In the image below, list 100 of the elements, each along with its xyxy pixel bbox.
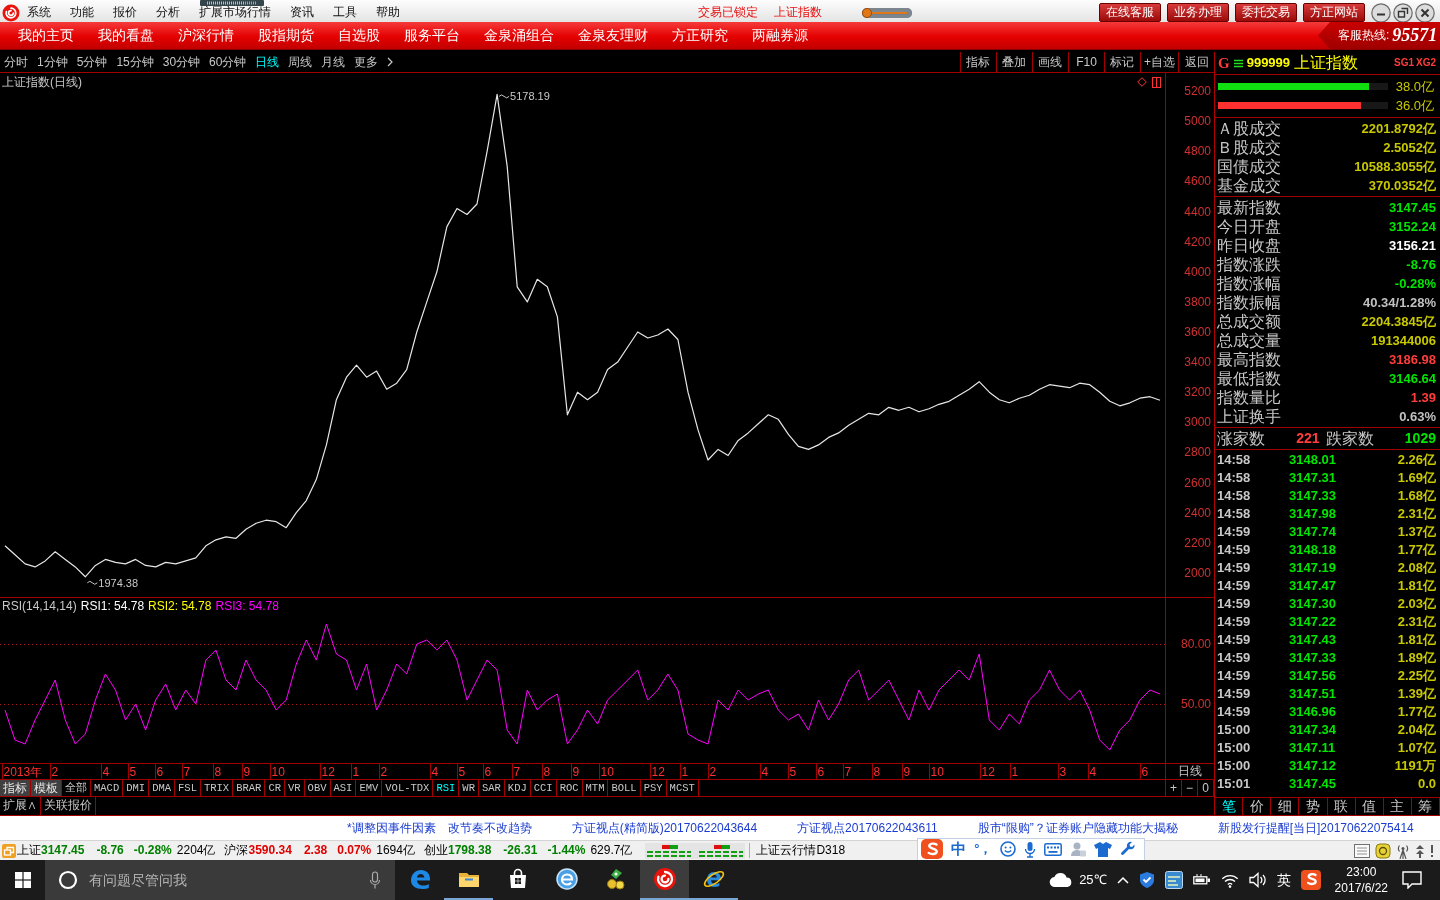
menu-item[interactable]: 分析 (156, 5, 180, 20)
menu-item[interactable]: 系统 (27, 5, 51, 20)
nav-tab[interactable]: 服务平台 (404, 27, 460, 44)
indicator-tab[interactable]: DMA (149, 780, 176, 796)
windows-logo-icon[interactable] (14, 872, 31, 888)
language-indicator[interactable]: 英 (1276, 871, 1291, 889)
link-button[interactable]: 委托交易 (1235, 3, 1297, 22)
news-link[interactable]: 方证视点(精简版)20170622043644 (571, 820, 758, 836)
wrench-icon[interactable] (1120, 841, 1137, 857)
punctuation-mode-text[interactable]: °， (974, 841, 993, 857)
swirl-icon[interactable] (652, 867, 677, 891)
indicator-tab[interactable]: BRAR (233, 780, 266, 796)
indicator-tab[interactable]: MCST (666, 780, 699, 796)
diamond-icon[interactable] (1137, 77, 1147, 87)
news-link[interactable]: 新股发行提醒[当日]20170622075414 (1217, 820, 1414, 836)
nav-tab[interactable]: 自选股 (338, 27, 380, 44)
nav-tab[interactable]: 金泉涌组合 (484, 27, 554, 44)
nav-tab[interactable]: 两融券源 (752, 27, 808, 44)
message-icon[interactable] (1402, 871, 1422, 889)
period-tab[interactable]: 30分钟 (162, 54, 201, 70)
link-button[interactable]: 在线客服 (1099, 3, 1161, 22)
indicator-tab[interactable]: KDJ (504, 780, 531, 796)
clock-date[interactable]: 2017/6/22 (1334, 880, 1388, 896)
arrows-up-icon[interactable] (1415, 843, 1425, 858)
tile-icon[interactable] (1164, 871, 1183, 889)
panel-icon[interactable] (1152, 77, 1161, 88)
indicator-tab[interactable]: CCI (530, 780, 557, 796)
nav-tab[interactable]: 我的看盘 (98, 27, 154, 44)
microphone-icon[interactable] (369, 871, 381, 889)
search-field[interactable]: 有问题尽管问我 (87, 870, 360, 890)
period-tab[interactable]: 15分钟 (116, 54, 154, 70)
indicator-tab[interactable]: EMV (356, 780, 383, 796)
restore-icon[interactable] (1393, 2, 1413, 23)
indicator-tab[interactable]: MACD (91, 780, 124, 796)
period-tab[interactable]: 日线 (255, 54, 280, 70)
link-button[interactable]: 方正网站 (1303, 3, 1365, 22)
indicator-tab[interactable]: 模板 (31, 780, 62, 796)
indicator-tab[interactable]: VR (285, 780, 305, 796)
microphone-icon[interactable] (1024, 840, 1037, 858)
period-tab[interactable]: 分时 (4, 54, 28, 70)
nav-tab[interactable]: 我的主页 (18, 27, 74, 44)
indicator-tab[interactable]: DMI (123, 780, 150, 796)
chart-tool-button[interactable]: 叠加 (996, 52, 1032, 72)
logo-icon[interactable] (1300, 870, 1321, 890)
indicator-tab[interactable]: CR (265, 780, 285, 796)
indicator-tab[interactable]: FSL (175, 780, 201, 796)
chart-tool-button[interactable]: 指标 (960, 52, 996, 72)
nav-tab[interactable]: 股指期货 (258, 27, 314, 44)
indicator-tab[interactable]: BOLL (608, 780, 641, 796)
menu-item[interactable]: 报价 (113, 5, 137, 20)
chevron-up-icon[interactable] (1116, 876, 1129, 884)
input-mode-text[interactable]: 中 (951, 840, 967, 858)
chart-tool-button[interactable]: 标记 (1104, 52, 1140, 72)
menu-item[interactable]: 资讯 (290, 5, 314, 20)
nav-tab[interactable]: 方正研究 (672, 27, 728, 44)
news-link[interactable]: 方证视点20170622043611 (797, 820, 938, 836)
indicator-tab[interactable]: RSI (433, 780, 460, 796)
wifi-icon[interactable] (1220, 872, 1239, 888)
zoom-button[interactable]: − (1182, 780, 1198, 796)
cloud-icon[interactable] (1049, 872, 1074, 888)
period-tab[interactable]: 周线 (288, 54, 313, 70)
news-link[interactable]: *调整因事件因素 改节奏不改趋势 (347, 820, 532, 836)
shirt-icon[interactable] (1094, 841, 1113, 857)
smiley-icon[interactable] (1000, 841, 1017, 857)
zoom-button[interactable]: + (1166, 780, 1182, 796)
menu-item[interactable]: 工具 (333, 5, 357, 20)
chart-tool-button[interactable]: 返回 (1178, 52, 1214, 72)
menu-icon[interactable] (1233, 58, 1243, 68)
ring-icon[interactable] (58, 870, 78, 890)
menu-item[interactable]: 帮助 (376, 5, 400, 20)
indicator-tab[interactable]: ASI (330, 780, 357, 796)
hotline-tab[interactable]: 客服热线: 95571 (1318, 22, 1440, 49)
exclamation-icon[interactable] (1430, 844, 1434, 857)
clock-time[interactable]: 23:00 (1346, 864, 1377, 880)
period-tab[interactable]: 60分钟 (209, 54, 247, 70)
minimize-icon[interactable] (1371, 2, 1391, 23)
menu-item[interactable]: 功能 (70, 5, 94, 20)
chevron-right-icon[interactable] (387, 57, 394, 67)
swirl-logo-icon[interactable] (2, 3, 20, 22)
zoom-button[interactable]: 0 (1198, 780, 1214, 796)
antenna-icon[interactable] (1396, 842, 1410, 859)
link-button[interactable]: 业务办理 (1167, 3, 1229, 22)
indicator-tab[interactable]: TRIX (200, 780, 234, 796)
chart-tool-button[interactable]: 画线 (1032, 52, 1068, 72)
list-window-icon[interactable] (1354, 843, 1370, 858)
search-bar[interactable]: 有问题尽管问我 (45, 860, 395, 900)
speaker-icon[interactable] (1248, 872, 1267, 888)
indicator-tab[interactable]: SAR (478, 780, 505, 796)
close-icon[interactable] (1415, 2, 1435, 23)
nav-tab[interactable]: 金泉友理财 (578, 27, 648, 44)
period-tab[interactable]: 更多 (354, 54, 379, 70)
nav-tab[interactable]: 沪深行情 (178, 27, 234, 44)
indicator-tab[interactable]: VOL-TDX (382, 780, 434, 796)
slider-thumb[interactable] (862, 7, 872, 18)
indicator-tab[interactable]: PSY (640, 780, 667, 796)
indicator-tab[interactable]: 指标 (0, 780, 31, 796)
indicator-tab[interactable]: OBV (304, 780, 331, 796)
globe-icon[interactable] (554, 867, 579, 891)
keyboard-icon[interactable] (1044, 842, 1063, 856)
weather-text[interactable]: 25℃ (1079, 872, 1107, 888)
